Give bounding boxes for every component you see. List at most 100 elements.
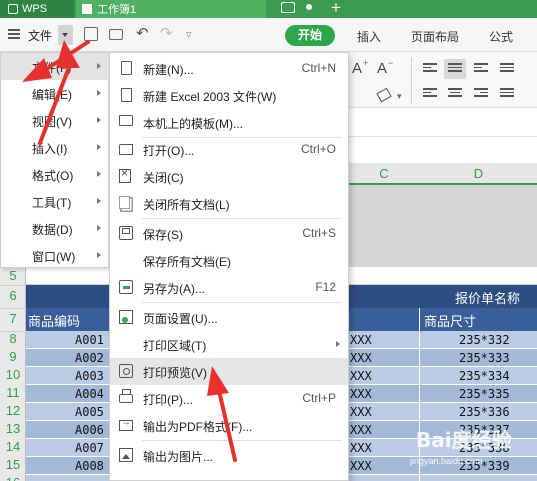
submenu-arrow-icon [97,225,101,231]
wps-app-tab[interactable]: WPS [0,0,74,18]
menu-item-file[interactable]: 文件(F) [1,53,109,80]
row-header-16[interactable]: 16 [0,475,26,481]
menu-save-as[interactable]: 另存为(A)... F12 [110,274,348,301]
menu-print[interactable]: 打印(P)... Ctrl+P [110,385,348,412]
menu-item-data[interactable]: 数据(D) [1,215,109,242]
cell-name[interactable]: XXX [350,369,372,383]
menu-item-label: 保存(S) [143,228,183,242]
cell-name[interactable]: XXX [350,333,372,347]
row-header-9[interactable]: 9 [0,349,26,364]
font-increase-icon[interactable]: A [352,60,362,77]
align-middle-icon[interactable] [448,63,462,74]
row-header-11[interactable]: 11 [0,385,26,400]
row-header-10[interactable]: 10 [0,367,26,382]
menu-close[interactable]: 关闭(C) [110,163,348,190]
file-menu-button[interactable]: 文件 [28,27,52,44]
cell-code[interactable]: A006 [75,423,104,437]
menu-page-setup[interactable]: 页面设置(U)... [110,304,348,331]
cell-code[interactable]: A007 [75,441,104,455]
cell-size[interactable]: 235*335 [459,387,510,401]
align-top-icon[interactable] [423,63,437,74]
row-header-13[interactable]: 13 [0,421,26,436]
menu-print-preview[interactable]: 打印预览(V) [110,358,348,385]
cell-name[interactable]: XXX [350,423,372,437]
menu-export-pdf[interactable]: 输出为PDF格式(F)... [110,412,348,439]
menu-save[interactable]: 保存(S) Ctrl+S [110,220,348,247]
wps-logo-icon [8,4,18,14]
new-tab-plus-icon[interactable]: + [331,0,341,18]
row-header-7[interactable]: 7 [0,311,26,326]
column-header-c[interactable]: C [348,163,420,185]
customize-chevron-icon[interactable]: ▿ [186,28,192,41]
distributed-align-icon[interactable] [500,88,514,99]
cell-name[interactable]: XXX [350,405,372,419]
menu-new-excel-2003[interactable]: 新建 Excel 2003 文件(W) [110,82,348,109]
menu-item-tools[interactable]: 工具(T) [1,188,109,215]
header-size-cell[interactable]: 商品尺寸 [424,311,476,330]
row-header-12[interactable]: 12 [0,403,26,418]
menu-shortcut: Ctrl+P [302,391,336,405]
menu-item-view[interactable]: 视图(V) [1,107,109,134]
cell-code[interactable]: A005 [75,405,104,419]
menu-item-label: 视图(V) [32,115,72,129]
row-header-8[interactable]: 8 [0,331,26,346]
menu-new[interactable]: 新建(N)... Ctrl+N [110,55,348,82]
tab-start[interactable]: 开始 [285,25,335,46]
menu-item-format[interactable]: 格式(O) [1,161,109,188]
menu-local-templates[interactable]: 本机上的模板(M)... [110,109,348,136]
tab-insert[interactable]: 插入 [357,28,381,45]
menu-item-insert[interactable]: 插入(I) [1,134,109,161]
cell-name[interactable]: XXX [350,441,372,455]
document-tab[interactable]: 工作簿1 [76,0,266,18]
cell-code[interactable]: A002 [75,351,104,365]
formula-bar[interactable] [348,107,537,137]
cell-code[interactable]: A001 [75,333,104,347]
font-decrease-icon[interactable]: A [377,60,387,77]
menu-item-window[interactable]: 窗口(W) [1,242,109,269]
cell-size[interactable]: 235*333 [459,351,510,365]
menu-close-all[interactable]: 关闭所有文档(L) [110,190,348,217]
menu-item-edit[interactable]: 编辑(E) [1,80,109,107]
undo-icon[interactable]: ↶ [136,24,149,42]
print-toolbar-icon[interactable] [109,29,123,40]
menu-item-label: 窗口(W) [32,250,76,264]
cell-code[interactable]: A004 [75,387,104,401]
monitor-icon[interactable] [281,2,295,13]
menu-print-area[interactable]: 打印区域(T) [110,331,348,358]
tab-formulas[interactable]: 公式 [489,28,513,45]
align-center-icon[interactable] [448,88,462,99]
cell-code[interactable]: A008 [75,459,104,473]
align-left-icon[interactable] [423,88,437,99]
row-header-15[interactable]: 15 [0,457,26,472]
row-header-14[interactable]: 14 [0,439,26,454]
row-header-6[interactable]: 6 [0,288,26,303]
file-dropdown-button[interactable] [58,25,73,45]
new-excel-icon [121,88,132,102]
align-right-icon[interactable] [474,88,488,99]
menu-save-all[interactable]: 保存所有文档(E) [110,247,348,274]
tab-page-layout[interactable]: 页面布局 [411,28,459,45]
submenu-arrow-icon [97,63,101,69]
column-header-d[interactable]: D [420,163,537,185]
redo-icon[interactable]: ↷ [160,24,173,42]
quote-title-cell[interactable]: 报价单名称 [455,288,520,307]
save-toolbar-icon[interactable] [84,27,98,41]
cell-name[interactable]: XXX [350,351,372,365]
hamburger-menu-icon[interactable] [8,29,20,39]
cell-size[interactable]: 235*332 [459,333,510,347]
export-image-icon [119,448,133,462]
row-divider [0,331,26,332]
cell-name[interactable]: XXX [350,459,372,473]
eraser-dropdown-icon[interactable]: ▾ [397,91,402,102]
align-bottom-icon[interactable] [474,63,488,74]
align-justify-icon[interactable] [500,63,514,74]
cell-name[interactable]: XXX [350,387,372,401]
file-submenu: 新建(N)... Ctrl+N 新建 Excel 2003 文件(W) 本机上的… [109,52,349,481]
cell-size[interactable]: 235*334 [459,369,510,383]
row-header-5[interactable]: 5 [0,268,26,283]
menu-export-image[interactable]: 输出为图片... [110,442,348,469]
header-code-cell[interactable]: 商品编码 [28,311,80,330]
menu-open[interactable]: 打开(O)... Ctrl+O [110,136,348,163]
cell-size[interactable]: 235*336 [459,405,510,419]
cell-code[interactable]: A003 [75,369,104,383]
